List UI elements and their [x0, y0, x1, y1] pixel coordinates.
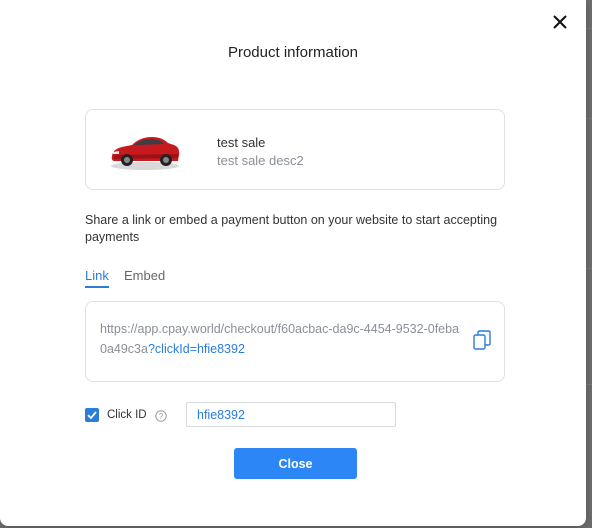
checkout-link-box: https://app.cpay.world/checkout/f60acbac…: [85, 301, 505, 382]
question-circle-icon[interactable]: ?: [155, 409, 167, 422]
tab-link[interactable]: Link: [85, 268, 109, 288]
click-id-input[interactable]: [186, 402, 396, 427]
product-name: test sale: [217, 135, 266, 150]
checkout-link[interactable]: https://app.cpay.world/checkout/f60acbac…: [100, 319, 460, 359]
product-information-modal: Product information test sale test sale …: [0, 0, 586, 526]
close-button[interactable]: Close: [234, 448, 357, 479]
product-description: test sale desc2: [217, 153, 304, 168]
click-id-label: Click ID: [107, 409, 147, 421]
checkout-link-param: ?clickId=hfie8392: [147, 342, 245, 356]
share-instructions: Share a link or embed a payment button o…: [85, 213, 498, 244]
svg-text:?: ?: [159, 412, 164, 421]
modal-title: Product information: [227, 44, 359, 61]
click-id-checkbox[interactable]: [85, 408, 99, 422]
product-image: [108, 128, 182, 172]
product-card: test sale test sale desc2: [85, 109, 505, 190]
copy-icon[interactable]: [473, 330, 491, 350]
tab-embed[interactable]: Embed: [124, 268, 165, 283]
close-icon[interactable]: [549, 11, 571, 33]
